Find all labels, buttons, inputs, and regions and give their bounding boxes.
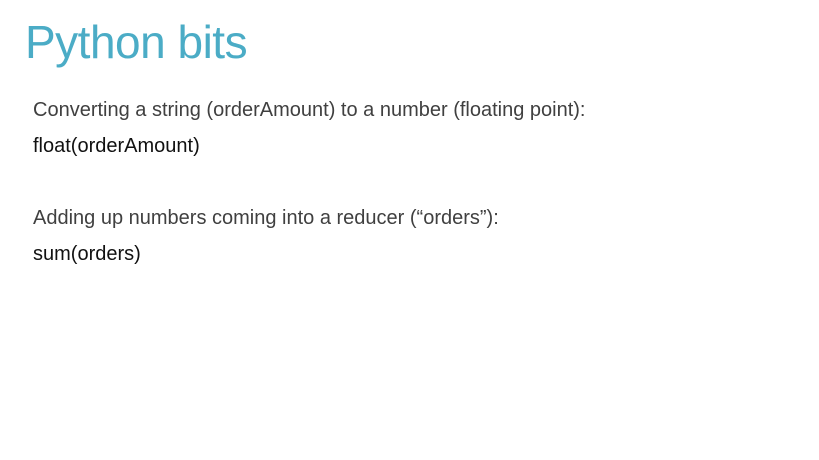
slide-title: Python bits: [25, 16, 248, 68]
item-2-code: sum(orders): [33, 243, 141, 265]
slide: Python bits Converting a string (orderAm…: [0, 0, 819, 460]
item-1-code: float(orderAmount): [33, 135, 200, 157]
item-1-description: Converting a string (orderAmount) to a n…: [33, 99, 586, 121]
item-2-description: Adding up numbers coming into a reducer …: [33, 207, 499, 229]
